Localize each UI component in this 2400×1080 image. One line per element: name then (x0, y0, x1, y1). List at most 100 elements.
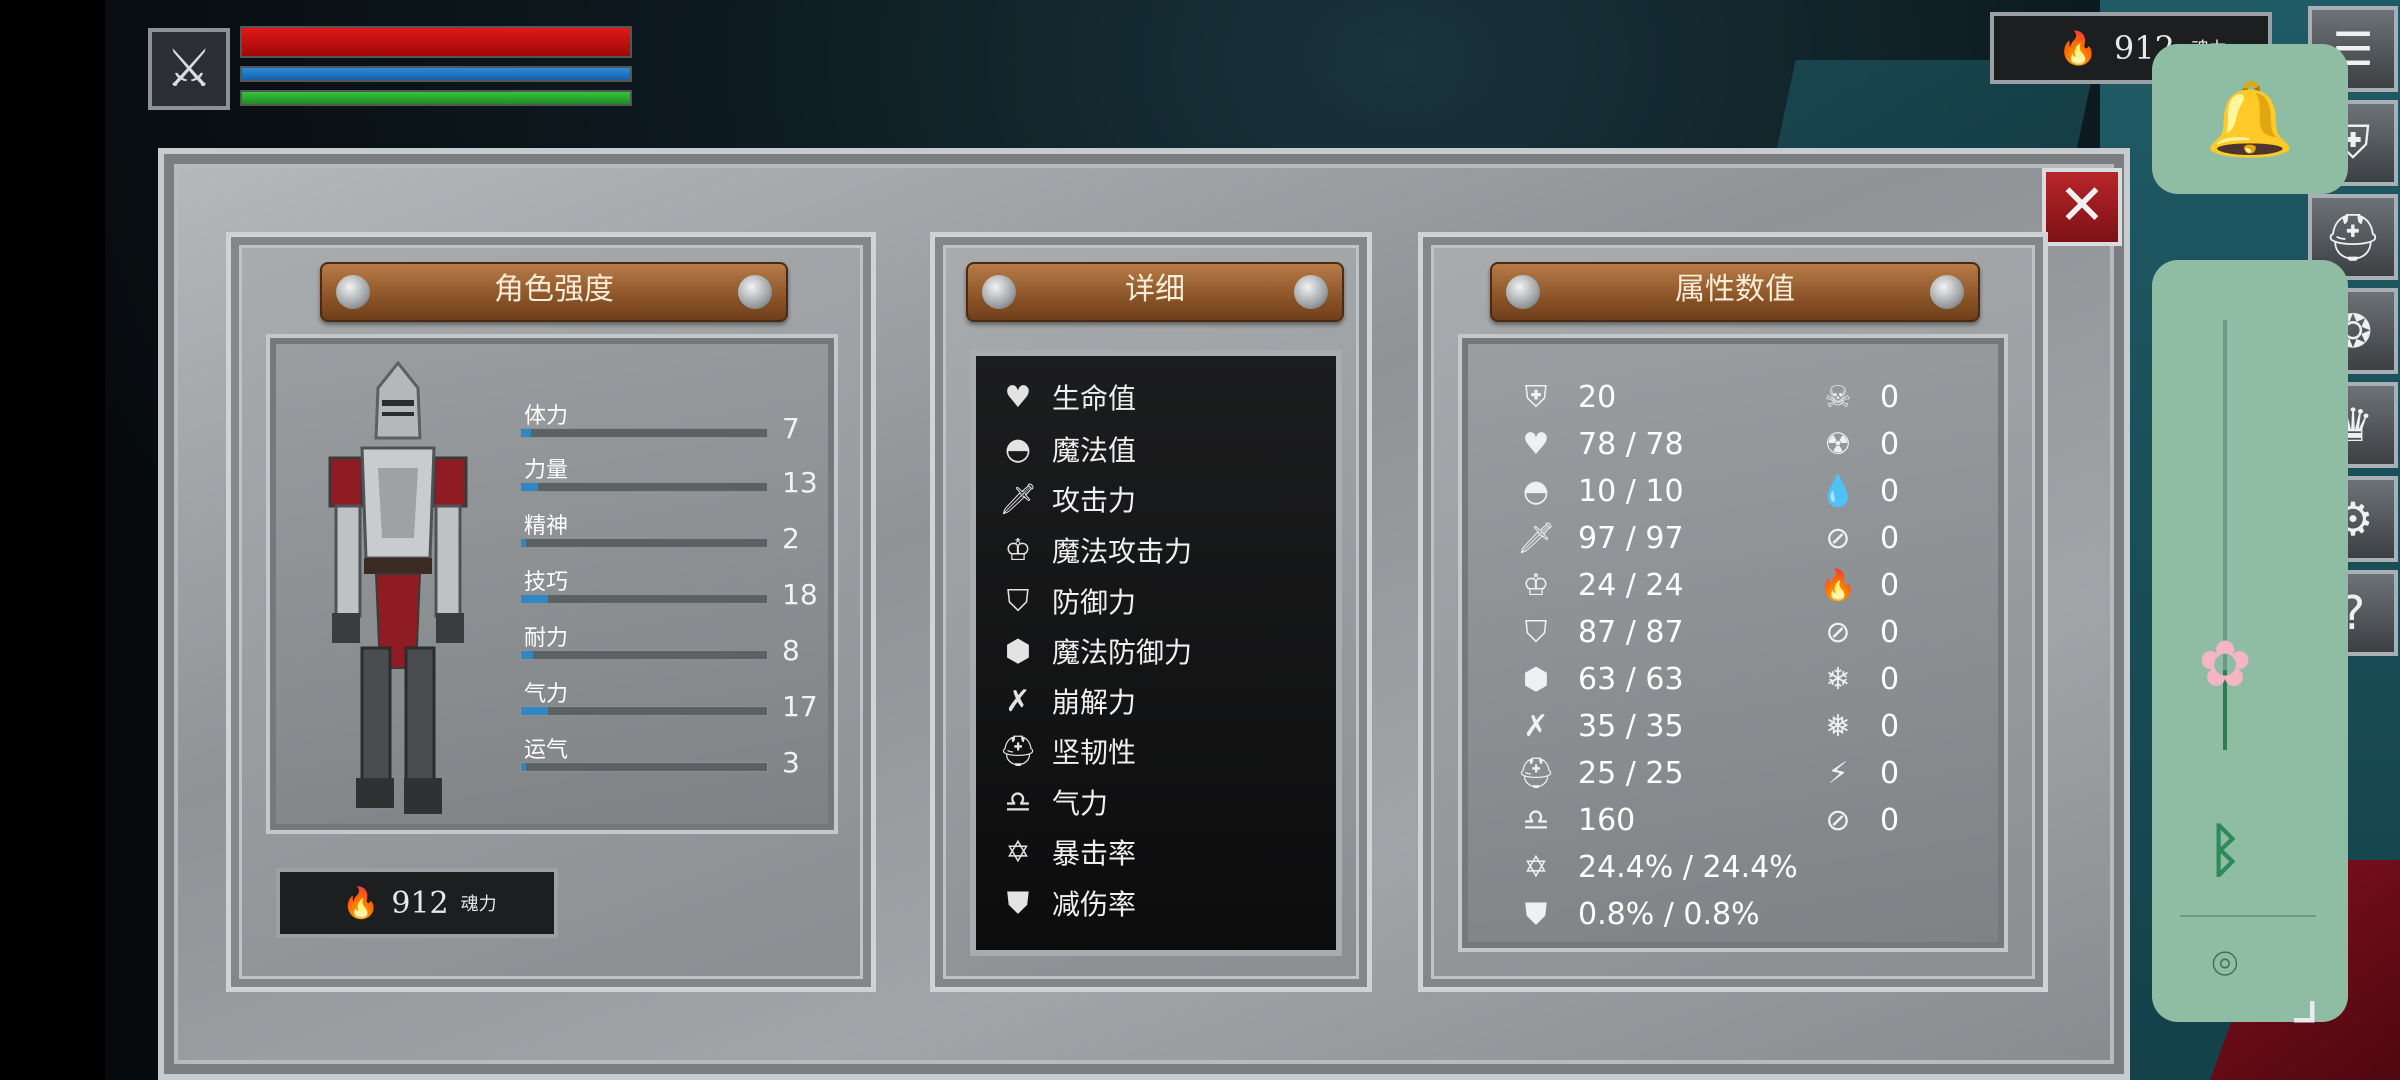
value-text: 0 (1880, 473, 1900, 509)
stat-bar-fill (521, 483, 539, 491)
resize-corner-icon[interactable]: ⌟ (2290, 960, 2390, 1060)
value-item: ⛊ 0.8% / 0.8% (1516, 891, 1760, 937)
stat-label: 精神 (524, 514, 569, 539)
stat-label: 气力 (524, 682, 569, 707)
knight-character-model (328, 360, 468, 814)
sword-icon: 🗡 (998, 481, 1038, 517)
crossed-swords-icon[interactable]: ⚔ (148, 28, 230, 110)
detail-label: 生命值 (1052, 382, 1137, 415)
detail-item: ✡ 暴击率 (998, 829, 1328, 875)
stat-value: 17 (782, 690, 818, 723)
detail-item: ♔ 魔法攻击力 (998, 527, 1328, 573)
background-left-edge (0, 0, 105, 1080)
value-text: 87 / 87 (1578, 614, 1684, 650)
detail-label: 崩解力 (1052, 686, 1137, 719)
lungs-icon: ♎ (1004, 784, 1032, 820)
value-text: 24 / 24 (1578, 567, 1684, 603)
stat-bar (520, 706, 768, 716)
heart-icon: ♥ (1522, 426, 1550, 462)
magic-crown-icon: ♔ (1004, 532, 1032, 568)
value-text: 0 (1880, 520, 1900, 556)
mana-bar (240, 66, 632, 82)
bluetooth-icon[interactable]: ᛒ (2190, 815, 2260, 885)
crit-star-icon: ✡ (1005, 834, 1031, 870)
shield-icon: ⛉ (1524, 614, 1548, 650)
close-button[interactable]: ✕ (2042, 168, 2122, 246)
stat-bar-fill (521, 763, 526, 771)
value-text: 0 (1880, 379, 1900, 415)
close-icon: ✕ (2058, 173, 2106, 238)
stat-label: 体力 (524, 404, 569, 429)
value-text: 0 (1880, 802, 1900, 838)
section-title-attributes: 属性数值 (1490, 262, 1980, 322)
flower-slider-handle-icon[interactable]: ✿ (2190, 630, 2260, 700)
stat-label: 力量 (524, 458, 569, 483)
rivet-icon (1930, 275, 1964, 309)
magic-crown-icon: ♔ (1522, 567, 1550, 603)
value-item: ❅ 0 (1818, 703, 1899, 749)
stat-value: 8 (782, 634, 800, 667)
value-item: ☠ 0 (1818, 374, 1900, 420)
value-text: 0 (1880, 567, 1900, 603)
stat-bar-fill (521, 651, 534, 659)
value-text: 0 (1880, 614, 1900, 650)
detail-label: 坚韧性 (1052, 736, 1137, 769)
health-bar (240, 26, 632, 58)
value-item: ✡ 24.4% / 24.4% (1516, 844, 1797, 890)
value-item: ♥ 78 / 78 (1516, 421, 1684, 467)
soul-counter: 🔥 912 魂力 (276, 868, 558, 938)
mid-title: 详细 (1125, 272, 1185, 307)
stat-value: 2 (782, 522, 800, 555)
value-item: ♎ 160 (1516, 797, 1636, 843)
detail-item: ◓ 魔法值 (998, 426, 1328, 472)
value-item: ♔ 24 / 24 (1516, 562, 1684, 608)
value-text: 0 (1880, 708, 1900, 744)
stat-value: 7 (782, 412, 800, 445)
rivet-icon (1294, 275, 1328, 309)
section-title-details: 详细 (966, 262, 1344, 322)
no-lightning-icon: ⊘ (1825, 802, 1851, 838)
overlay-divider (2180, 915, 2316, 917)
detail-item: ⛉ 防御力 (998, 578, 1328, 624)
left-title: 角色强度 (494, 272, 614, 307)
screenshot-camera-icon[interactable]: ⌾ (2190, 935, 2260, 995)
detail-item: 🗡 攻击力 (998, 476, 1328, 522)
break-icon: ✗ (1523, 708, 1549, 744)
stat-bar-fill (521, 595, 549, 603)
value-text: 0 (1880, 426, 1900, 462)
lungs-icon: ♎ (1522, 802, 1550, 838)
sword-icon: 🗡 (1516, 520, 1556, 556)
value-text: 0.8% / 0.8% (1578, 896, 1760, 932)
stat-row: 体力 7 (520, 398, 800, 454)
value-text: 20 (1578, 379, 1617, 415)
stat-bar-fill (521, 539, 526, 547)
detail-label: 暴击率 (1052, 837, 1137, 870)
value-item: ⛨ 20 (1516, 374, 1616, 420)
no-snowflake-icon: ❅ (1825, 708, 1851, 744)
magic-shield-icon: ⬢ (1004, 633, 1032, 669)
stat-bar-fill (521, 429, 531, 437)
mana-head-icon: ◓ (1522, 473, 1550, 509)
rivet-icon (1506, 275, 1540, 309)
stat-row: 技巧 18 (520, 564, 818, 620)
soul-value: 912 (391, 885, 449, 921)
rivet-icon (982, 275, 1016, 309)
stat-row: 耐力 8 (520, 620, 800, 676)
shield-icon: ⛉ (1006, 583, 1030, 619)
value-text: 63 / 63 (1578, 661, 1684, 697)
reduce-shield-icon: ⛊ (1006, 885, 1030, 921)
stat-bar (520, 594, 768, 604)
stat-label: 技巧 (524, 570, 569, 595)
poison-skull-icon: ☢ (1824, 426, 1852, 462)
soul-unit: 魂力 (460, 894, 497, 915)
detail-item: ♎ 气力 (998, 779, 1328, 825)
detail-label: 防御力 (1052, 586, 1137, 619)
helmet-icon: ⛑ (2323, 209, 2383, 264)
stat-row: 精神 2 (520, 508, 800, 564)
stat-bar (520, 762, 768, 772)
crit-star-icon: ✡ (1523, 849, 1549, 885)
rivet-icon (336, 275, 370, 309)
notification-bell-button[interactable]: 🔔 (2152, 44, 2348, 194)
value-item: ⛑ 25 / 25 (1516, 750, 1684, 796)
section-title-character: 角色强度 (320, 262, 788, 322)
